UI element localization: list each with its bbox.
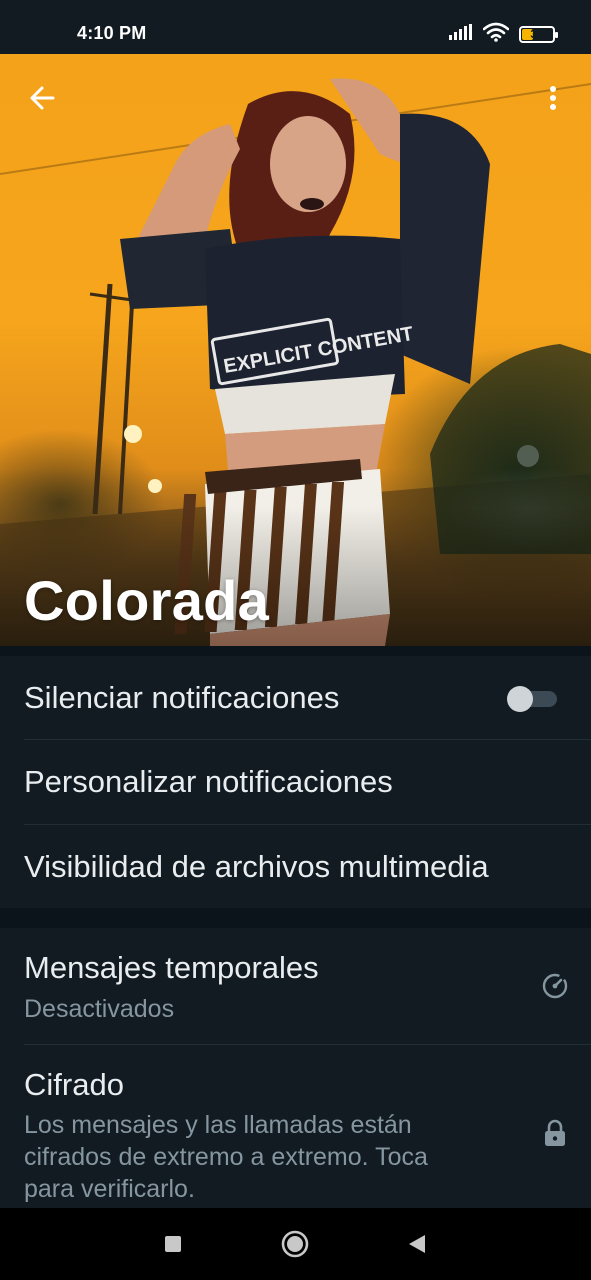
encryption-row[interactable]: Cifrado Los mensajes y las llamadas está… [0, 1045, 591, 1208]
encryption-title: Cifrado [24, 1067, 124, 1102]
timer-icon [541, 972, 569, 1005]
media-visibility-row[interactable]: Visibilidad de archivos multimedia [0, 825, 591, 908]
back-button[interactable] [22, 80, 62, 120]
status-time: 4:10 PM [77, 23, 147, 43]
more-options-button[interactable] [533, 80, 573, 120]
contact-photo[interactable]: EXPLICIT CONTENT Colorada [0, 54, 591, 646]
battery-level: 36 [530, 27, 544, 41]
back-nav-button[interactable] [399, 1228, 435, 1264]
encryption-description-line-3: para verificarlo. [24, 1175, 195, 1203]
battery-icon: 36 [519, 25, 558, 43]
mute-notifications-row[interactable]: Silenciar notificaciones [0, 656, 591, 740]
mute-notifications-label: Silenciar notificaciones [24, 680, 340, 715]
custom-notifications-row[interactable]: Personalizar notificaciones [0, 740, 591, 824]
media-visibility-label: Visibilidad de archivos multimedia [24, 849, 489, 884]
mute-notifications-toggle[interactable] [507, 686, 557, 712]
status-icons: 36 [449, 22, 558, 47]
disappearing-messages-row[interactable]: Mensajes temporales Desactivados [0, 928, 591, 1044]
arrow-left-icon [28, 84, 56, 117]
contact-name: Colorada [24, 569, 270, 632]
notifications-section: Silenciar notificaciones Personalizar no… [0, 656, 591, 908]
custom-notifications-label: Personalizar notificaciones [24, 764, 393, 799]
toggle-thumb [507, 686, 533, 712]
signal-icon [449, 23, 473, 45]
system-navigation-bar [0, 1208, 591, 1280]
disappearing-messages-status: Desactivados [24, 995, 175, 1023]
recents-button[interactable] [155, 1228, 191, 1264]
status-bar: 4:10 PM 36 [0, 0, 591, 54]
lock-icon [544, 1119, 566, 1152]
back-triangle-icon [407, 1233, 427, 1260]
section-gap [0, 646, 591, 656]
section-gap [0, 908, 591, 928]
disappearing-messages-title: Mensajes temporales [24, 950, 319, 985]
more-vertical-icon [549, 85, 557, 116]
home-circle-icon [281, 1230, 309, 1263]
wifi-icon [482, 22, 510, 47]
home-button[interactable] [277, 1228, 313, 1264]
encryption-description-line-2: cifrados de extremo a extremo. Toca [24, 1143, 428, 1171]
encryption-description-line-1: Los mensajes y las llamadas están [24, 1111, 412, 1139]
privacy-section: Mensajes temporales Desactivados Cifrado… [0, 928, 591, 1208]
recents-square-icon [164, 1235, 182, 1258]
